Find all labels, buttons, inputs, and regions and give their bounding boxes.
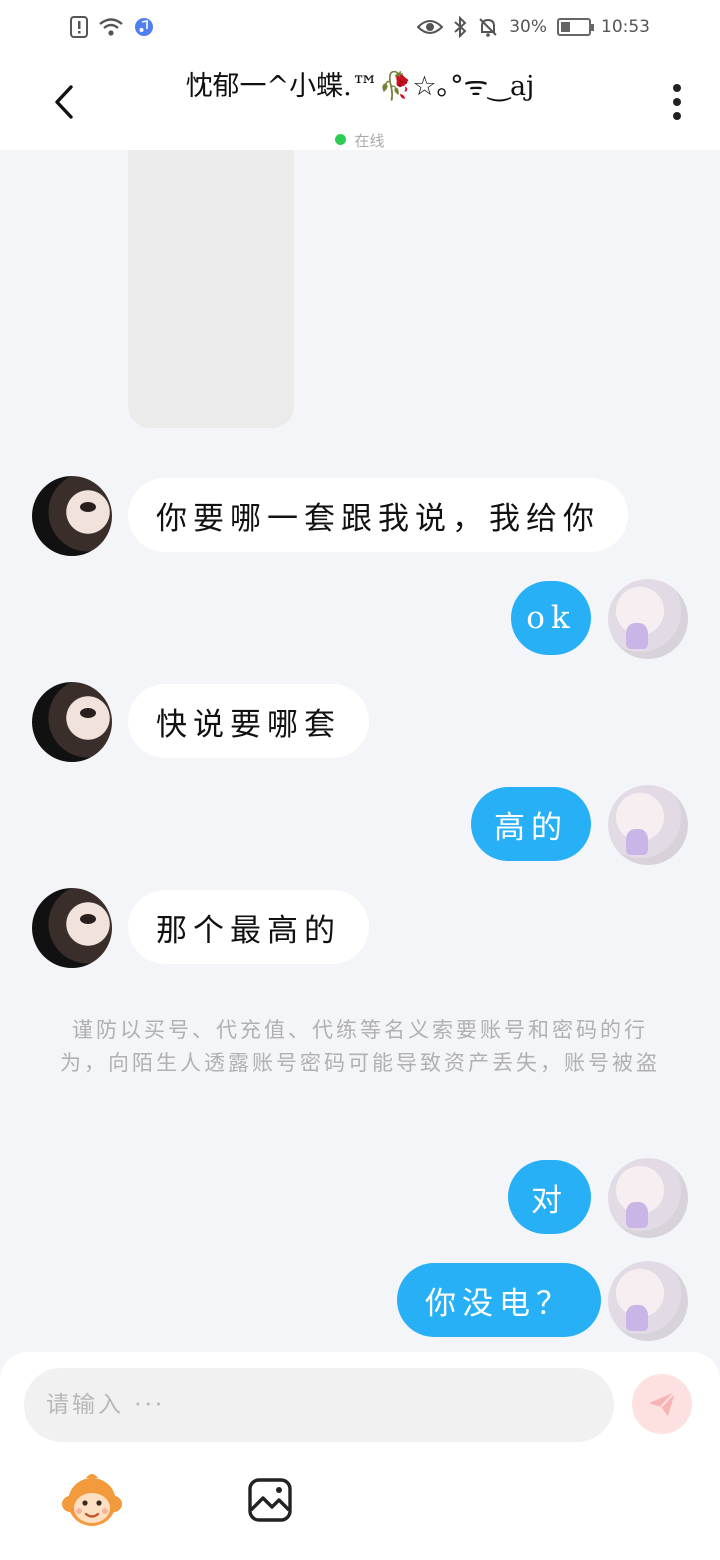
wifi-icon xyxy=(98,16,124,38)
send-icon xyxy=(649,1391,676,1416)
contact-avatar[interactable] xyxy=(32,476,112,556)
security-notice: 谨防以买号、代充值、代练等名义索要账号和密码的行为，向陌生人透露账号密码可能导致… xyxy=(60,1018,660,1075)
message-row: 你没电？ xyxy=(0,1261,720,1341)
online-status-label: 在线 xyxy=(354,132,385,150)
sticker-button[interactable] xyxy=(60,1470,124,1534)
message-input[interactable] xyxy=(24,1368,614,1442)
chevron-left-icon xyxy=(55,85,73,119)
mute-bell-icon xyxy=(477,16,499,38)
incoming-bubble[interactable]: 快说要哪套 xyxy=(128,684,369,758)
image-icon xyxy=(248,1478,292,1522)
message-row: 高的 xyxy=(0,785,720,865)
more-dot xyxy=(673,112,681,120)
status-bar: 30% 10:53 xyxy=(0,0,720,54)
monkey-sticker-icon xyxy=(62,1474,122,1526)
gallery-button[interactable] xyxy=(246,1476,294,1524)
eye-icon xyxy=(417,16,444,38)
my-avatar[interactable] xyxy=(608,1261,688,1341)
message-row: 快说要哪套 xyxy=(0,682,720,762)
status-bar-right: 30% 10:53 xyxy=(417,16,650,38)
battery-fill xyxy=(561,22,570,32)
contact-avatar[interactable] xyxy=(32,888,112,968)
outgoing-bubble[interactable]: 高的 xyxy=(471,787,591,861)
outgoing-bubble[interactable]: 对 xyxy=(508,1160,591,1234)
my-avatar[interactable] xyxy=(608,579,688,659)
send-button[interactable] xyxy=(632,1374,692,1434)
message-row: ok xyxy=(0,579,720,659)
online-dot-icon xyxy=(335,134,347,145)
chat-header: 忱郁一^小蝶.™🥀☆｡°ᯤ‿aj 在线 xyxy=(0,54,720,150)
battery-percent: 30% xyxy=(509,17,547,37)
status-bar-left xyxy=(70,16,154,38)
outgoing-bubble[interactable]: ok xyxy=(511,581,591,655)
incoming-bubble[interactable]: 那个最高的 xyxy=(128,890,369,964)
message-row: 你要哪一套跟我说，我给你 xyxy=(0,476,720,556)
my-avatar[interactable] xyxy=(608,785,688,865)
outgoing-bubble[interactable]: 你没电？ xyxy=(397,1263,601,1337)
bluetooth-icon xyxy=(453,16,467,38)
contact-avatar[interactable] xyxy=(32,682,112,762)
my-avatar[interactable] xyxy=(608,1158,688,1238)
music-app-icon xyxy=(134,16,154,38)
battery-icon xyxy=(557,18,594,36)
composer-panel xyxy=(0,1352,720,1560)
more-dot xyxy=(673,98,681,106)
more-options-button[interactable] xyxy=(662,82,692,122)
online-status: 在线 xyxy=(0,130,720,151)
incoming-bubble[interactable]: 你要哪一套跟我说，我给你 xyxy=(128,478,628,552)
clock: 10:53 xyxy=(601,17,650,37)
image-message[interactable] xyxy=(128,150,294,428)
message-row: 那个最高的 xyxy=(0,888,720,968)
back-button[interactable] xyxy=(44,80,84,124)
more-dot xyxy=(673,84,681,92)
contact-name[interactable]: 忱郁一^小蝶.™🥀☆｡°ᯤ‿aj xyxy=(150,64,570,103)
message-row: 对 xyxy=(0,1158,720,1238)
sim-alert-icon xyxy=(70,16,88,38)
